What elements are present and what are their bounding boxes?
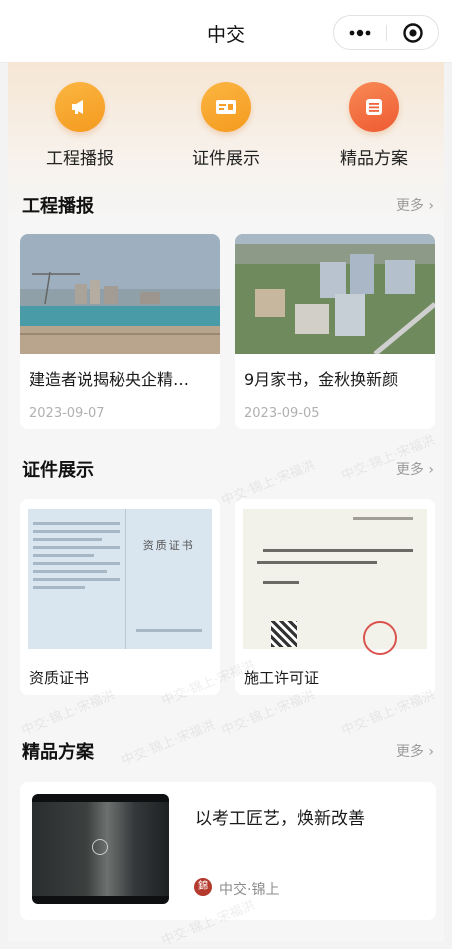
more-label: 更多 [395,198,424,214]
news-more-link[interactable]: 更多 › [396,195,434,215]
cert-title: 资质证书 [29,669,90,687]
play-icon [92,839,108,855]
news-title: 建造者说揭秘央企精… [29,370,190,389]
plan-title: 以考工匠艺，焕新改善 [195,809,365,829]
plan-video-thumbnail [32,794,169,904]
target-icon [403,22,423,43]
quick-link-news[interactable]: 工程播报 [10,82,150,169]
certificate-heading: 资质证书 [142,539,195,552]
list-icon [349,82,399,132]
quick-link-label: 工程播报 [46,149,114,169]
watermark: 中交·锦上·宋福洪 [119,717,218,769]
more-label: 更多 [395,744,424,760]
close-miniprogram-button[interactable] [387,16,439,49]
seal-stamp-icon [363,621,397,655]
section-title-plans: 精品方案 [22,742,94,763]
navbar: 中交 [0,0,452,63]
chevron-right-icon: › [423,462,434,478]
plan-card[interactable]: 以考工匠艺，焕新改善 錦 中交·锦上 [20,782,436,920]
certificate-right-page: 资质证书 [126,509,213,649]
plan-author: 中交·锦上 [219,882,280,898]
id-card-icon [201,82,251,132]
news-card[interactable]: 建造者说揭秘央企精… 2023-09-07 [20,234,220,429]
cert-card[interactable]: 施工许可证 [235,499,435,695]
quick-link-certs[interactable]: 证件展示 [156,82,296,169]
cert-card[interactable]: 资质证书 资质证书 [20,499,220,695]
plans-more-link[interactable]: 更多 › [396,741,434,761]
more-label: 更多 [395,462,424,478]
author-logo-icon: 錦 [194,878,212,896]
permit-image [243,509,427,655]
quick-link-label: 证件展示 [192,149,260,169]
news-date: 2023-09-07 [29,406,105,421]
news-thumbnail [235,234,435,354]
certificate-left-page [28,509,126,649]
quick-link-label: 精品方案 [340,149,408,169]
miniprogram-capsule [333,15,439,50]
news-title: 9月家书，金秋换新颜 [244,370,399,389]
section-title-news: 工程播报 [22,196,94,217]
quick-link-plans[interactable]: 精品方案 [304,82,444,169]
cert-title: 施工许可证 [244,669,320,687]
certificate-image: 资质证书 [28,509,212,649]
chevron-right-icon: › [423,198,434,214]
more-dots-icon [349,29,371,36]
more-options-button[interactable] [334,16,386,49]
home-panel: 工程播报 证件展示 精品方案 工程播报 更多 › 建造者说揭秘央企精… 2023… [8,62,444,949]
news-date: 2023-09-05 [244,406,320,421]
certs-more-link[interactable]: 更多 › [396,459,434,479]
chevron-right-icon: › [423,744,434,760]
qr-code-icon [271,621,297,647]
section-title-certs: 证件展示 [22,460,94,481]
news-card[interactable]: 9月家书，金秋换新颜 2023-09-05 [235,234,435,429]
news-thumbnail [20,234,220,354]
megaphone-icon [55,82,105,132]
